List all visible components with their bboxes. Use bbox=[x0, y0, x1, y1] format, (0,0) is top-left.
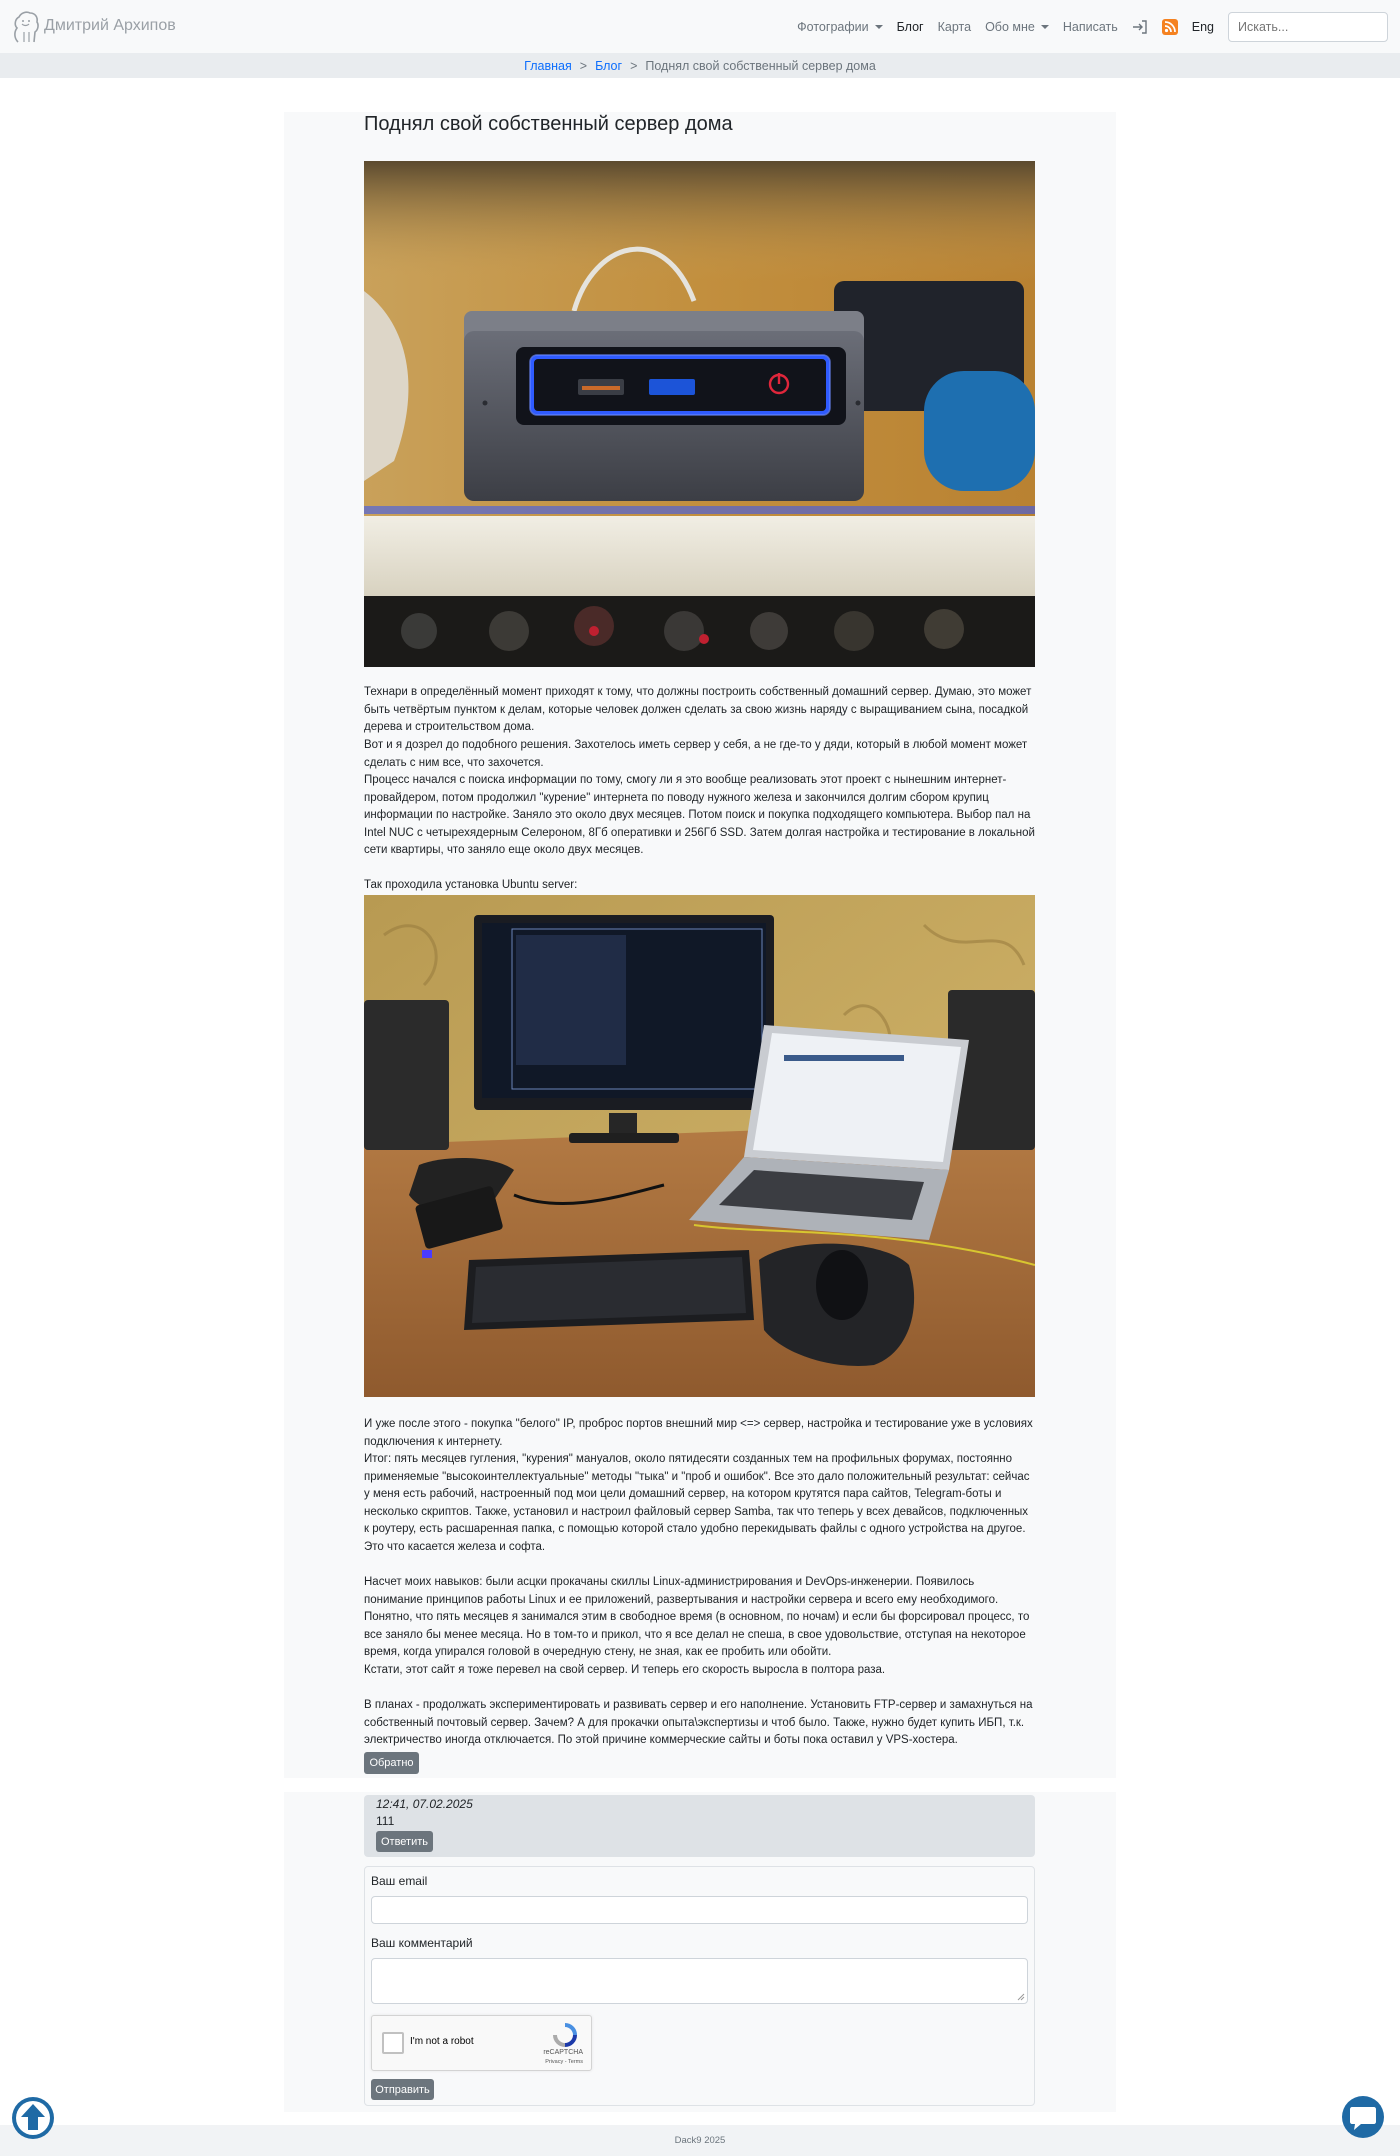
comment-text: 111 bbox=[376, 1814, 395, 1828]
nav-photos-dropdown[interactable]: Фотографии bbox=[797, 19, 883, 34]
recaptcha-terms-link[interactable]: Privacy - Terms bbox=[545, 2059, 583, 2065]
article-paragraph: Кстати, этот сайт я тоже перевел на свой… bbox=[364, 1664, 886, 1676]
submit-button[interactable]: Отправить bbox=[371, 2079, 434, 2100]
recaptcha-brand: reCAPTCHA bbox=[543, 2049, 583, 2056]
reply-button[interactable]: Ответить bbox=[376, 1831, 433, 1852]
language-switch-link[interactable]: Eng bbox=[1192, 20, 1214, 34]
nav-blog-link[interactable]: Блог bbox=[897, 20, 924, 34]
breadcrumb-separator: > bbox=[579, 58, 588, 73]
resize-handle-icon[interactable] bbox=[1017, 1993, 1025, 2001]
recaptcha-label: I'm not a robot bbox=[410, 2036, 474, 2047]
article-paragraph: В планах - продолжать экспериментировать… bbox=[364, 1699, 1033, 1747]
article-paragraph: Вот и я дозрел до подобного решения. Зах… bbox=[364, 739, 1028, 769]
nav-menu: Фотографии Блог Карта Обо мне Написать E… bbox=[783, 10, 1388, 43]
chevron-down-icon bbox=[874, 24, 883, 29]
chevron-down-icon bbox=[1040, 24, 1049, 29]
email-label: Ваш email bbox=[371, 1874, 428, 1888]
brand-link[interactable]: Дмитрий Архипов bbox=[10, 8, 176, 44]
nav-write-link[interactable]: Написать bbox=[1063, 20, 1118, 34]
comment-date: 12:41, 07.02.2025 bbox=[376, 1797, 473, 1811]
logo-icon bbox=[14, 11, 39, 43]
search-input[interactable] bbox=[1228, 11, 1388, 42]
nav-map-link[interactable]: Карта bbox=[938, 20, 971, 34]
footer: Dack9 2025 bbox=[0, 2125, 1400, 2156]
nav-about-dropdown[interactable]: Обо мне bbox=[985, 20, 1049, 34]
article-photo-desk[interactable] bbox=[364, 895, 1035, 1397]
back-button[interactable]: Обратно bbox=[364, 1752, 419, 1774]
navbar: Дмитрий Архипов Фотографии Блог Карта Об… bbox=[0, 0, 1400, 53]
breadcrumb-separator: > bbox=[630, 58, 638, 73]
article-paragraph: Итог: пять месяцев гугления, "курения" м… bbox=[364, 1453, 1030, 1553]
article-paragraph: Процесс начался с поиска информации по т… bbox=[364, 774, 1035, 857]
breadcrumb-blog-link[interactable]: Блог bbox=[595, 59, 622, 73]
breadcrumb-current: Поднял свой собственный сервер дома bbox=[645, 58, 876, 73]
breadcrumb-home-link[interactable]: Главная bbox=[524, 59, 572, 73]
email-field[interactable] bbox=[371, 1896, 1028, 1924]
article-paragraph: И уже после этого - покупка "белого" IP,… bbox=[364, 1418, 1033, 1448]
article-title: Поднял свой собственный сервер дома bbox=[364, 113, 733, 135]
article-paragraph: Так проходила установка Ubuntu server: bbox=[364, 879, 578, 891]
article-paragraph: Технари в определённый момент приходят к… bbox=[364, 686, 1032, 734]
recaptcha-logo-icon bbox=[553, 2023, 577, 2047]
scroll-to-top-button[interactable] bbox=[11, 2096, 55, 2140]
nav-photos-label: Фотографии bbox=[797, 19, 869, 34]
article-photo-server[interactable] bbox=[364, 161, 1035, 667]
comment-textarea[interactable] bbox=[371, 1958, 1028, 2004]
comment-label: Ваш комментарий bbox=[371, 1936, 473, 1950]
recaptcha-widget: I'm not a robot reCAPTCHA Privacy - Term… bbox=[371, 2015, 592, 2071]
breadcrumb: Главная > Блог > Поднял свой собственный… bbox=[0, 53, 1400, 78]
brand-name: Дмитрий Архипов bbox=[44, 17, 176, 34]
rss-icon[interactable] bbox=[1161, 18, 1178, 35]
footer-text: Dack9 2025 bbox=[674, 2135, 726, 2146]
article-paragraph: Насчет моих навыков: были acцки прокачан… bbox=[364, 1576, 1030, 1659]
nav-about-label: Обо мне bbox=[985, 19, 1035, 34]
chat-button[interactable] bbox=[1341, 2095, 1385, 2139]
login-icon[interactable] bbox=[1132, 19, 1148, 35]
recaptcha-checkbox[interactable] bbox=[382, 2032, 404, 2054]
